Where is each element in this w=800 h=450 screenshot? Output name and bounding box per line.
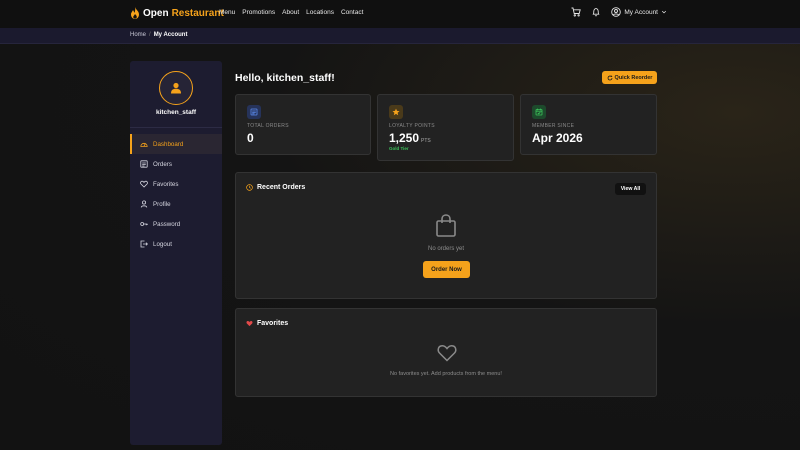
- chevron-down-icon: [661, 10, 667, 14]
- stat-icon-wrap: [389, 105, 403, 119]
- flame-icon: [131, 7, 139, 19]
- empty-orders-text: No orders yet: [427, 246, 464, 252]
- heart-outline-icon: [437, 345, 457, 362]
- user-icon: [171, 82, 181, 94]
- stat-card-member-since: MEMBER SINCE Apr 2026: [520, 94, 657, 155]
- account-sidebar: kitchen_staff Dashboard Orders Favorites…: [130, 61, 222, 445]
- page-title: Hello, kitchen_staff!: [235, 72, 335, 84]
- sidebar-item-label: Profile: [153, 200, 171, 208]
- stat-value-row: 1,250 PTS: [389, 131, 431, 145]
- cart-icon[interactable]: [571, 7, 582, 17]
- main-nav: Menu Promotions About Locations Contact: [219, 9, 363, 16]
- top-navbar: Open Restaurant Menu Promotions About Lo…: [0, 0, 800, 28]
- recent-orders-title: Recent Orders: [257, 184, 306, 191]
- section-title: Recent Orders: [246, 184, 305, 191]
- sidebar-item-password[interactable]: Password: [130, 214, 222, 234]
- dashboard-icon: [140, 142, 148, 147]
- sidebar-menu: Dashboard Orders Favorites Profile Passw…: [130, 134, 222, 254]
- sidebar-divider: [130, 127, 222, 128]
- shopping-bag-icon: [436, 214, 456, 237]
- favorites-title: Favorites: [257, 320, 289, 327]
- stat-value: 0: [247, 131, 254, 145]
- sidebar-item-label: Password: [153, 220, 181, 228]
- stat-label: LOYALTY POINTS: [389, 123, 435, 129]
- sidebar-item-label: Favorites: [153, 180, 179, 188]
- stat-value: 1,250: [389, 131, 420, 145]
- sidebar-username: kitchen_staff: [155, 109, 197, 116]
- nav-locations[interactable]: Locations: [306, 9, 334, 16]
- section-title: Favorites: [246, 320, 288, 327]
- empty-favorites-icon-wrap: [437, 344, 457, 362]
- nav-menu[interactable]: Menu: [219, 9, 235, 16]
- user-icon: [140, 200, 148, 208]
- stat-icon-wrap: [532, 105, 546, 119]
- sidebar-item-orders[interactable]: Orders: [130, 154, 222, 174]
- calendar-icon: [535, 108, 543, 116]
- sidebar-item-dashboard[interactable]: Dashboard: [130, 134, 222, 154]
- account-menu[interactable]: My Account: [611, 7, 667, 17]
- nav-promotions[interactable]: Promotions: [242, 9, 275, 16]
- sidebar-item-logout[interactable]: Logout: [130, 234, 222, 254]
- sidebar-item-profile[interactable]: Profile: [130, 194, 222, 214]
- receipt-icon: [250, 108, 258, 116]
- user-circle-icon: [611, 7, 622, 17]
- star-icon: [392, 108, 400, 116]
- orders-icon: [140, 160, 148, 168]
- recent-orders-card: Recent Orders View All No orders yet Ord…: [235, 172, 657, 299]
- bell-icon[interactable]: [591, 7, 601, 17]
- favorites-card: Favorites No favorites yet. Add products…: [235, 308, 657, 397]
- quick-reorder-label: Quick Reorder: [614, 74, 653, 81]
- stat-card-loyalty-points: LOYALTY POINTS 1,250 PTS Gold Tier: [377, 94, 514, 161]
- empty-orders-icon-wrap: [434, 214, 458, 238]
- avatar: [159, 71, 193, 105]
- stat-icon-wrap: [247, 105, 261, 119]
- stat-unit: PTS: [421, 138, 431, 144]
- empty-favorites-text: No favorites yet. Add products from the …: [390, 371, 502, 377]
- stat-label: TOTAL ORDERS: [247, 123, 289, 129]
- nav-about[interactable]: About: [282, 9, 299, 16]
- sidebar-item-favorites[interactable]: Favorites: [130, 174, 222, 194]
- sidebar-item-label: Logout: [153, 240, 172, 248]
- breadcrumb-current: My Account: [153, 32, 188, 38]
- heart-icon: [246, 321, 253, 327]
- brand-logo[interactable]: Open Restaurant: [130, 7, 224, 19]
- loyalty-tier-badge: Gold Tier: [389, 146, 409, 151]
- sidebar-item-label: Dashboard: [153, 140, 184, 148]
- order-now-button[interactable]: Order Now: [423, 261, 470, 278]
- stat-value: Apr 2026: [532, 131, 583, 145]
- breadcrumb-home[interactable]: Home: [130, 32, 146, 38]
- quick-reorder-button[interactable]: Quick Reorder: [602, 71, 657, 84]
- clock-icon: [246, 184, 253, 191]
- sidebar-item-label: Orders: [153, 160, 172, 168]
- breadcrumb-separator: /: [149, 32, 151, 38]
- view-all-button[interactable]: View All: [615, 183, 646, 195]
- heart-icon: [140, 180, 148, 188]
- account-label: My Account: [624, 8, 658, 16]
- brand-name-open: Open: [143, 7, 169, 19]
- logout-icon: [140, 240, 148, 248]
- stat-card-total-orders: TOTAL ORDERS 0: [235, 94, 371, 155]
- breadcrumb: Home / My Account: [130, 32, 187, 38]
- refresh-icon: [607, 75, 612, 80]
- breadcrumb-bar: Home / My Account: [0, 28, 800, 44]
- nav-right-group: My Account: [571, 7, 667, 17]
- key-icon: [140, 222, 148, 226]
- brand-name-restaurant: Restaurant: [171, 7, 224, 19]
- nav-contact[interactable]: Contact: [341, 9, 363, 16]
- stat-label: MEMBER SINCE: [532, 123, 575, 129]
